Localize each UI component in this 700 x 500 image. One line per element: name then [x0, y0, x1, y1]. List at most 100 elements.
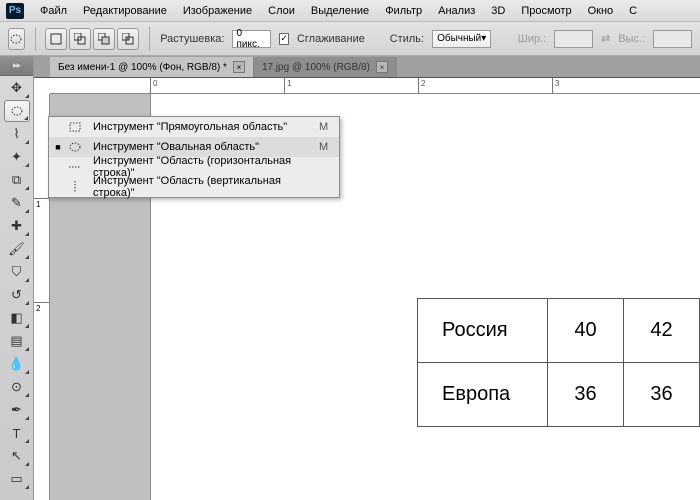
eraser-icon: ◧ — [10, 310, 22, 326]
feather-label: Растушевка: — [160, 33, 224, 45]
table-cell: Россия — [418, 299, 548, 363]
flyout-item-ellipse-marquee[interactable]: ■ Инструмент "Овальная область" M — [49, 137, 339, 157]
swap-icon: ⇄ — [601, 32, 610, 45]
move-icon: ✥ — [11, 80, 22, 96]
menu-select[interactable]: Выделение — [303, 2, 377, 20]
style-label: Стиль: — [390, 33, 424, 45]
gradient-tool[interactable]: ▤ — [4, 330, 30, 352]
pen-tool[interactable]: ✒ — [4, 399, 30, 421]
antialias-label: Сглаживание — [297, 33, 365, 45]
ellipse-marquee-icon — [10, 104, 24, 118]
table-row: Россия 40 42 — [418, 299, 700, 363]
flyout-item-col-marquee[interactable]: Инструмент "Область (вертикальная строка… — [49, 177, 339, 197]
flyout-shortcut: M — [319, 141, 333, 153]
menu-help[interactable]: С — [621, 2, 645, 20]
style-select[interactable]: Обычный▾ — [432, 30, 491, 48]
dodge-tool[interactable]: ⊙ — [4, 376, 30, 398]
ruler-tick: 1 — [36, 200, 40, 209]
wand-tool[interactable]: ✦ — [4, 146, 30, 168]
row-marquee-icon — [69, 161, 85, 173]
close-icon[interactable]: × — [376, 61, 388, 73]
arrow-icon: ↖ — [11, 448, 22, 464]
type-tool[interactable]: T — [4, 422, 30, 444]
eyedropper-tool[interactable]: ✎ — [4, 192, 30, 214]
flyout-shortcut: M — [319, 121, 333, 133]
document-tabs: Без имени-1 @ 100% (Фон, RGB/8) * × 17.j… — [0, 56, 700, 78]
marquee-tool[interactable] — [4, 100, 30, 122]
table-cell: Европа — [418, 363, 548, 427]
mode-new-button[interactable] — [45, 28, 67, 50]
squares-sub-icon — [98, 33, 110, 45]
dodge-icon: ⊙ — [11, 379, 22, 395]
squares-add-icon — [74, 33, 86, 45]
width-label: Шир.: — [518, 33, 546, 45]
menu-edit[interactable]: Редактирование — [75, 2, 175, 20]
rect-icon: ▭ — [10, 471, 22, 487]
brush-tool[interactable]: 🖌 — [4, 238, 30, 260]
menu-bar: Ps Файл Редактирование Изображение Слои … — [0, 0, 700, 22]
mode-add-button[interactable] — [69, 28, 91, 50]
col-marquee-icon — [69, 181, 85, 193]
blur-tool[interactable]: 💧 — [4, 353, 30, 375]
flyout-label: Инструмент "Прямоугольная область" — [93, 121, 311, 133]
height-input — [653, 30, 692, 48]
separator — [149, 27, 150, 51]
move-tool[interactable]: ✥ — [4, 77, 30, 99]
ruler-tick: 2 — [421, 79, 425, 88]
width-input — [554, 30, 593, 48]
stamp-tool[interactable]: ⛉ — [4, 261, 30, 283]
flyout-item-row-marquee[interactable]: Инструмент "Область (горизонтальная стро… — [49, 157, 339, 177]
tab-label: Без имени-1 @ 100% (Фон, RGB/8) * — [58, 62, 227, 73]
table-cell: 40 — [548, 299, 624, 363]
menu-image[interactable]: Изображение — [175, 2, 260, 20]
brush-icon: 🖌 — [8, 241, 25, 257]
bullet: ■ — [55, 142, 61, 152]
crop-tool[interactable]: ⧉ — [4, 169, 30, 191]
ruler-tick: 1 — [287, 79, 291, 88]
mode-subtract-button[interactable] — [93, 28, 115, 50]
table-cell: 42 — [624, 299, 700, 363]
history-brush-tool[interactable]: ↺ — [4, 284, 30, 306]
lasso-tool[interactable]: ⌇ — [4, 123, 30, 145]
height-label: Выс.: — [618, 33, 645, 45]
shape-tool[interactable]: ▭ — [4, 468, 30, 490]
heal-tool[interactable]: ✚ — [4, 215, 30, 237]
ruler-tick: 2 — [36, 304, 40, 313]
document-tab[interactable]: 17.jpg @ 100% (RGB/8) × — [254, 57, 397, 77]
toolbox-grip[interactable]: ▸▸ — [0, 56, 33, 76]
ruler-horizontal[interactable]: 0 1 2 3 — [50, 78, 700, 94]
rect-marquee-icon — [69, 121, 85, 133]
menu-filter[interactable]: Фильтр — [377, 2, 430, 20]
flyout-item-rect-marquee[interactable]: Инструмент "Прямоугольная область" M — [49, 117, 339, 137]
menu-layer[interactable]: Слои — [260, 2, 303, 20]
mode-intersect-button[interactable] — [117, 28, 139, 50]
crop-icon: ⧉ — [12, 172, 21, 188]
feather-input[interactable]: 0 пикс. — [232, 30, 271, 48]
ellipse-marquee-icon — [9, 32, 23, 46]
menu-window[interactable]: Окно — [580, 2, 622, 20]
path-tool[interactable]: ↖ — [4, 445, 30, 467]
menu-analysis[interactable]: Анализ — [430, 2, 483, 20]
menu-3d[interactable]: 3D — [483, 2, 513, 20]
lasso-icon: ⌇ — [13, 126, 19, 142]
tab-label: 17.jpg @ 100% (RGB/8) — [262, 62, 370, 73]
toolbox: ▸▸ ✥ ⌇ ✦ ⧉ ✎ ✚ 🖌 ⛉ ↺ ◧ ▤ 💧 ⊙ ✒ T ↖ ▭ — [0, 56, 34, 500]
stamp-icon: ⛉ — [12, 264, 22, 280]
menu-view[interactable]: Просмотр — [513, 2, 579, 20]
table-cell: 36 — [624, 363, 700, 427]
close-icon[interactable]: × — [233, 61, 245, 73]
document-tab[interactable]: Без имени-1 @ 100% (Фон, RGB/8) * × — [50, 57, 254, 77]
pen-icon: ✒ — [11, 402, 22, 418]
table-cell: 36 — [548, 363, 624, 427]
table-row: Европа 36 36 — [418, 363, 700, 427]
eraser-tool[interactable]: ◧ — [4, 307, 30, 329]
separator — [35, 27, 36, 51]
options-bar: Растушевка: 0 пикс. ✓ Сглаживание Стиль:… — [0, 22, 700, 56]
antialias-checkbox[interactable]: ✓ — [279, 33, 289, 45]
bandage-icon: ✚ — [11, 218, 22, 234]
app-logo: Ps — [6, 3, 24, 19]
gradient-icon: ▤ — [10, 333, 22, 349]
tool-preset-button[interactable] — [8, 28, 25, 50]
menu-file[interactable]: Файл — [32, 2, 75, 20]
drop-icon: 💧 — [8, 356, 24, 372]
